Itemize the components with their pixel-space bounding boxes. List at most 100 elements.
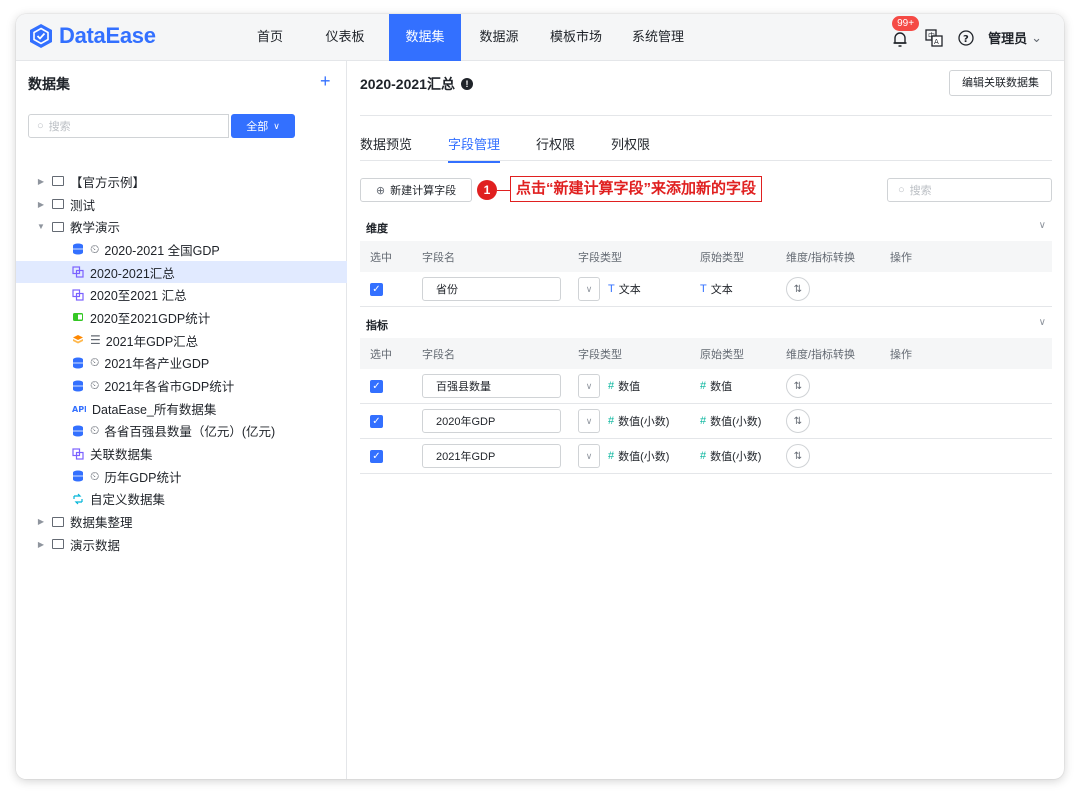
api-dataset-icon: API — [72, 402, 87, 414]
caret-right-icon[interactable]: ▶ — [36, 177, 46, 186]
caret-right-icon[interactable]: ▶ — [36, 200, 46, 209]
top-right-tools: 99+ 中 A ? 管理员 ⌄ — [890, 14, 1042, 61]
field-type-dropdown[interactable]: ∨ — [578, 409, 600, 433]
chevron-down-icon[interactable]: ∨ — [1039, 317, 1046, 328]
tree-item-label: 2020至2021GDP统计 — [90, 311, 211, 326]
filter-all-dropdown[interactable]: 全部 ∨ — [231, 114, 295, 138]
tree-item-label: 关联数据集 — [90, 448, 153, 463]
caret-right-icon[interactable]: ▶ — [36, 517, 46, 526]
col-operation: 操作 — [890, 251, 912, 264]
top-navbar: DataEase 首页 仪表板 数据集 数据源 模板市场 系统管理 99+ 中 … — [16, 14, 1064, 61]
union-dataset-icon — [72, 266, 84, 278]
add-icon[interactable]: + — [320, 71, 331, 92]
svg-text:?: ? — [963, 34, 969, 45]
help-icon: ? — [958, 29, 974, 46]
nav-system-admin[interactable]: 系统管理 — [632, 14, 684, 61]
notification-badge: 99+ — [892, 15, 920, 31]
text-type-icon: T — [700, 283, 707, 295]
field-name-input[interactable]: 2020年GDP — [422, 409, 561, 433]
tab-column-permission[interactable]: 列权限 — [611, 134, 650, 163]
field-name-input[interactable]: 省份 — [422, 277, 561, 301]
chevron-down-icon: ⌄ — [1031, 29, 1042, 45]
chevron-down-icon[interactable]: ∨ — [1039, 220, 1046, 231]
caret-right-icon[interactable]: ▶ — [36, 540, 46, 549]
new-calculated-field-button[interactable]: ⊕ 新建计算字段 — [360, 178, 472, 202]
field-name-input[interactable]: 百强县数量 — [422, 374, 561, 398]
tree-dataset-item[interactable]: 关联数据集 — [16, 442, 347, 465]
convert-cell: ⇅ — [786, 404, 810, 438]
tree-folder[interactable]: ▶ 【官方示例】 — [16, 170, 347, 193]
db-dataset-icon — [72, 470, 84, 482]
field-search-input[interactable]: ○ 搜索 — [887, 178, 1052, 202]
number-type-icon: # — [700, 415, 707, 427]
user-menu[interactable]: 管理员 ⌄ — [988, 28, 1042, 47]
field-checkbox[interactable]: ✓ — [370, 282, 383, 296]
callout-annotation: 点击“新建计算字段”来添加新的字段 — [510, 176, 763, 202]
nav-dataset[interactable]: 数据集 — [389, 14, 461, 61]
tree-item-label: DataEase_所有数据集 — [92, 402, 217, 417]
field-checkbox[interactable]: ✓ — [370, 414, 383, 428]
nav-datasource[interactable]: 数据源 — [479, 14, 519, 61]
notification-button[interactable]: 99+ — [890, 15, 920, 48]
logo[interactable]: DataEase — [28, 23, 156, 49]
swap-icon[interactable]: ⇅ — [786, 374, 810, 398]
help-button[interactable]: ? — [956, 28, 976, 48]
field-checkbox[interactable]: ✓ — [370, 449, 383, 463]
swap-icon[interactable]: ⇅ — [786, 444, 810, 468]
nav-template-market[interactable]: 模板市场 — [550, 14, 602, 61]
tree-item-label: 教学演示 — [70, 221, 121, 236]
main-nav: 首页 仪表板 数据集 数据源 模板市场 系统管理 — [246, 14, 684, 61]
col-field-type: 字段类型 — [578, 348, 622, 361]
tab-field-management[interactable]: 字段管理 — [448, 134, 501, 163]
field-type-dropdown[interactable]: ∨ — [578, 374, 600, 398]
dimension-table-header: 选中 字段名 字段类型 原始类型 维度/指标转换 操作 — [360, 241, 1052, 272]
caret-down-icon[interactable]: ▼ — [36, 222, 46, 231]
measure-table-header: 选中 字段名 字段类型 原始类型 维度/指标转换 操作 — [360, 338, 1052, 369]
tree-item-label: 数据集整理 — [70, 516, 133, 531]
nav-dashboard[interactable]: 仪表板 — [316, 14, 374, 61]
tree-dataset-item[interactable]: ⏲ 历年GDP统计 — [16, 465, 347, 488]
tree-dataset-item[interactable]: ☰ 2021年GDP汇总 — [16, 329, 347, 352]
tree-folder[interactable]: ▶ 测试 — [16, 193, 347, 216]
app-window: DataEase 首页 仪表板 数据集 数据源 模板市场 系统管理 99+ 中 … — [16, 14, 1064, 779]
user-name: 管理员 — [988, 31, 1028, 46]
tree-folder[interactable]: ▶ 演示数据 — [16, 533, 347, 556]
convert-cell: ⇅ — [786, 439, 810, 473]
field-type-dropdown[interactable]: ∨ — [578, 277, 600, 301]
swap-icon[interactable]: ⇅ — [786, 277, 810, 301]
dataset-sidebar: 数据集 + ○ 搜索 全部 ∨ ▶ 【官方示例】 ▶ 测试 ▼ 教学演示 ⏲ 2020-202… — [16, 61, 347, 779]
tree-dataset-item[interactable]: 2020至2021 汇总 — [16, 283, 347, 306]
logo-icon — [30, 24, 52, 48]
tree-dataset-item[interactable]: ⏲ 各省百强县数量（亿元）(亿元) — [16, 420, 347, 443]
field-name-input[interactable]: 2021年GDP — [422, 444, 561, 468]
tree-dataset-item[interactable]: 2020至2021GDP统计 — [16, 306, 347, 329]
chevron-down-icon: ∨ — [273, 120, 280, 131]
info-icon[interactable]: ! — [460, 78, 473, 90]
tree-folder[interactable]: ▶ 数据集整理 — [16, 510, 347, 533]
tree-dataset-item[interactable]: 2020-2021汇总 — [16, 260, 347, 284]
edit-union-dataset-button[interactable]: 编辑关联数据集 — [949, 70, 1052, 96]
sidebar-search-input[interactable]: ○ 搜索 — [28, 114, 229, 138]
field-checkbox[interactable]: ✓ — [370, 379, 383, 393]
filter-label: 全部 — [246, 121, 269, 133]
sql-dataset-icon — [72, 334, 84, 346]
nav-home[interactable]: 首页 — [246, 14, 294, 61]
tree-dataset-item[interactable]: ⏲ 2021年各产业GDP — [16, 352, 347, 375]
name-cell: 百强县数量 — [422, 369, 561, 403]
tree-item-label: 演示数据 — [70, 538, 121, 553]
tree-folder[interactable]: ▼ 教学演示 — [16, 215, 347, 238]
swap-icon[interactable]: ⇅ — [786, 409, 810, 433]
tree-dataset-item[interactable]: ⏲ 2021年各省市GDP统计 — [16, 374, 347, 397]
tab-row-permission[interactable]: 行权限 — [536, 134, 575, 163]
svg-text:API: API — [72, 405, 86, 414]
tab-data-preview[interactable]: 数据预览 — [360, 134, 412, 163]
tree-dataset-item[interactable]: 自定义数据集 — [16, 488, 347, 511]
svg-text:A: A — [934, 38, 939, 46]
origin-type-label: 数值 — [710, 381, 733, 393]
field-type-label: 文本 — [618, 284, 641, 296]
language-button[interactable]: 中 A — [924, 28, 944, 48]
tree-dataset-item[interactable]: ⏲ 2020-2021 全国GDP — [16, 238, 347, 261]
field-type-dropdown[interactable]: ∨ — [578, 444, 600, 468]
search-icon: ○ — [37, 120, 44, 132]
tree-dataset-item[interactable]: API DataEase_所有数据集 — [16, 397, 347, 420]
